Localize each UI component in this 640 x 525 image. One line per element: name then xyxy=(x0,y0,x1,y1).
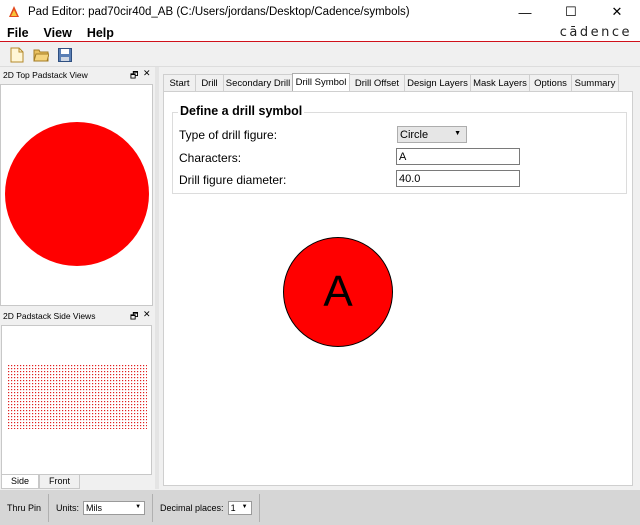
side-view-title: 2D Padstack Side Views xyxy=(3,311,96,321)
drill-figure-type-label: Type of drill figure: xyxy=(179,128,278,142)
drill-symbol-preview: A xyxy=(283,237,393,347)
top-view-title: 2D Top Padstack View xyxy=(3,70,88,80)
tab-design-layers[interactable]: Design Layers xyxy=(404,74,471,91)
panel-splitter[interactable] xyxy=(155,67,159,489)
status-separator xyxy=(152,493,154,522)
tab-options[interactable]: Options xyxy=(529,74,572,91)
menu-help[interactable]: Help xyxy=(80,26,122,40)
characters-label: Characters: xyxy=(179,151,242,165)
drill-diameter-input[interactable]: 40.0 xyxy=(396,170,520,187)
dropdown-arrow-icon: ▼ xyxy=(241,503,248,510)
open-folder-icon[interactable] xyxy=(31,45,51,65)
toolbar xyxy=(0,43,640,67)
cadence-logo: cādence xyxy=(559,25,632,40)
close-panel-icon[interactable]: ✕ xyxy=(143,68,151,79)
decimal-places-value: 1 xyxy=(230,502,236,513)
units-value: Mils xyxy=(86,502,103,513)
group-title: Define a drill symbol xyxy=(178,104,305,118)
tab-drill-symbol[interactable]: Drill Symbol xyxy=(292,73,350,91)
tab-front[interactable]: Front xyxy=(39,475,81,489)
units-select[interactable]: Mils ▼ xyxy=(83,500,146,515)
tab-summary[interactable]: Summary xyxy=(571,74,619,91)
tab-secondary-drill[interactable]: Secondary Drill xyxy=(223,74,293,91)
status-separator xyxy=(48,493,50,522)
float-panel-icon[interactable]: 🗗 xyxy=(130,68,138,84)
dropdown-arrow-icon: ▼ xyxy=(454,130,461,137)
units-label: Units: xyxy=(56,502,80,513)
close-window-button[interactable]: ✕ xyxy=(594,0,640,24)
side-view-titlebar: 2D Padstack Side Views 🗗 ✕ xyxy=(0,308,155,324)
drill-diameter-label: Drill figure diameter: xyxy=(179,173,287,187)
minimize-button[interactable]: — xyxy=(502,0,548,24)
close-panel-icon[interactable]: ✕ xyxy=(143,309,151,320)
pad-shape-canvas xyxy=(5,122,149,266)
pad-circle xyxy=(5,122,149,266)
padstack-type-status: Thru Pin xyxy=(7,502,42,513)
tab-drill-offset[interactable]: Drill Offset xyxy=(349,74,405,91)
drill-symbol-character: A xyxy=(323,267,353,316)
menu-view[interactable]: View xyxy=(37,26,80,40)
decimal-places-select[interactable]: 1 ▼ xyxy=(227,500,252,515)
drill-symbol-page: Define a drill symbol Type of drill figu… xyxy=(163,91,633,486)
tab-start[interactable]: Start xyxy=(163,74,196,91)
drill-figure-type-select[interactable]: Circle ▼ xyxy=(397,126,467,143)
side-view-canvas xyxy=(7,364,147,429)
drill-hole-hatch xyxy=(7,364,147,429)
top-view-titlebar: 2D Top Padstack View 🗗 ✕ xyxy=(0,67,155,83)
side-padstack-view xyxy=(1,325,152,475)
decimal-places-label: Decimal places: xyxy=(160,502,224,513)
pad-editor-app-icon xyxy=(7,5,21,19)
characters-input[interactable]: A xyxy=(396,148,520,165)
tab-side[interactable]: Side xyxy=(1,475,40,489)
main-tabstrip: Start Drill Secondary Drill Drill Symbol… xyxy=(163,73,633,91)
tab-drill[interactable]: Drill xyxy=(195,74,224,91)
status-bar: Thru Pin Units: Mils ▼ Decimal places: 1… xyxy=(0,490,640,525)
float-panel-icon[interactable]: 🗗 xyxy=(130,309,138,325)
drill-figure-type-value: Circle xyxy=(400,128,429,141)
menu-bar: File View Help cādence xyxy=(0,24,640,42)
window-title: Pad Editor: pad70cir40d_AB (C:/Users/jor… xyxy=(28,6,410,18)
save-disk-icon[interactable] xyxy=(55,45,75,65)
side-view-tabs: Side Front xyxy=(1,475,81,489)
maximize-button[interactable]: ☐ xyxy=(548,0,594,24)
menu-file[interactable]: File xyxy=(0,26,37,40)
dropdown-arrow-icon: ▼ xyxy=(135,503,142,510)
top-padstack-view xyxy=(0,84,153,306)
status-separator xyxy=(258,493,260,522)
new-file-icon[interactable] xyxy=(7,45,27,65)
tab-mask-layers[interactable]: Mask Layers xyxy=(470,74,530,91)
title-bar: Pad Editor: pad70cir40d_AB (C:/Users/jor… xyxy=(0,0,640,24)
